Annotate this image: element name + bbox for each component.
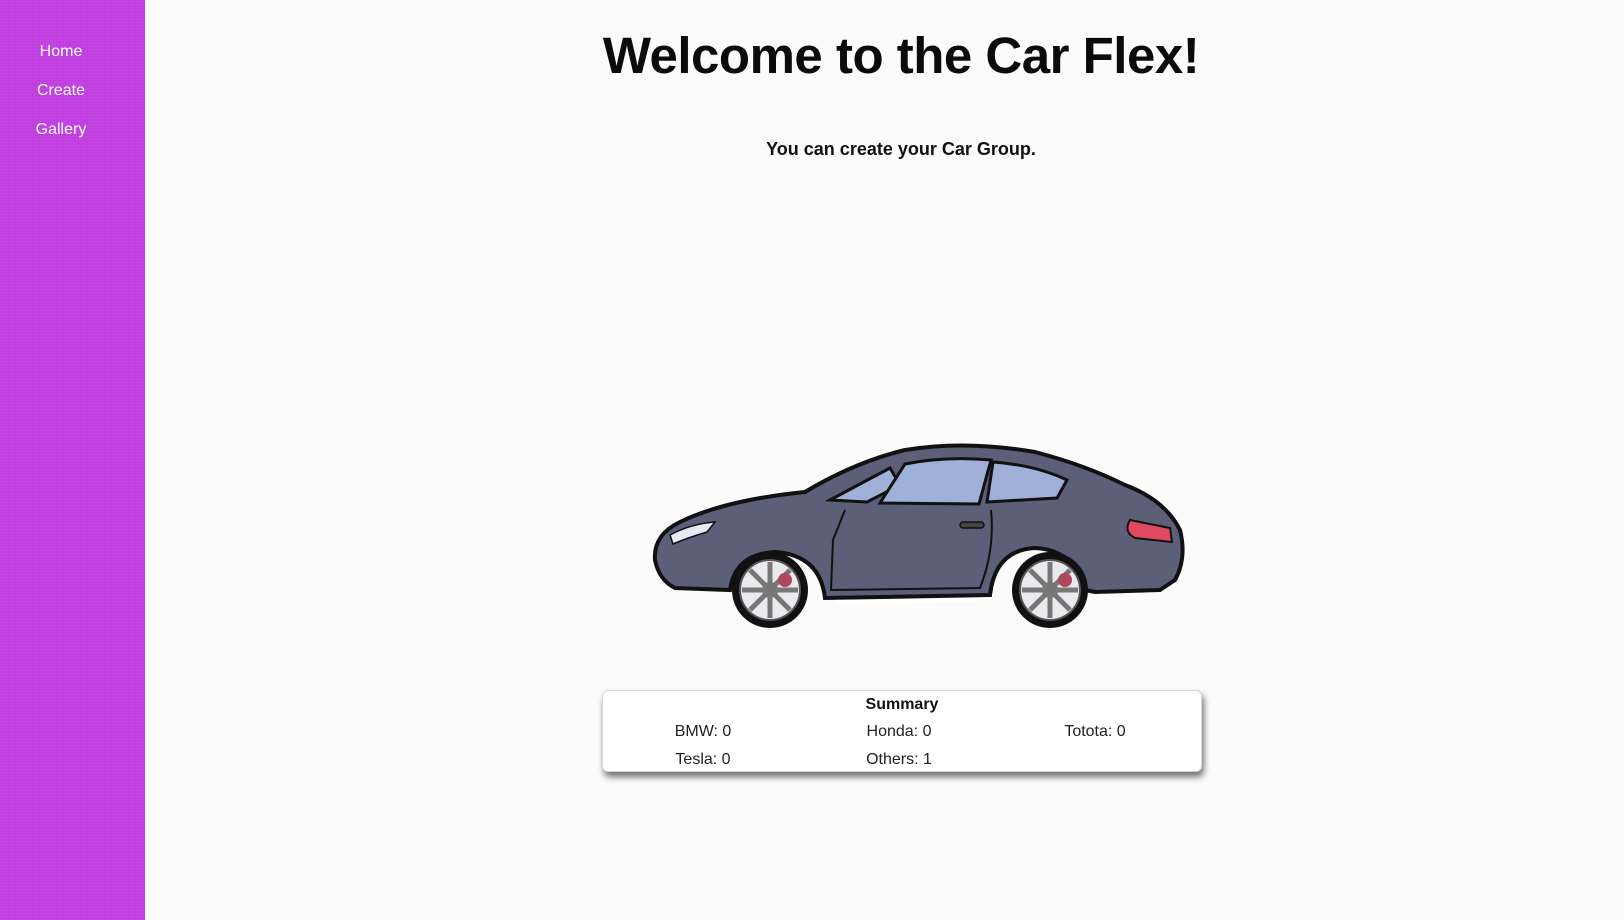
stat-toyota: Totota: 0 xyxy=(1064,723,1126,740)
stat-others: Others: 1 xyxy=(866,751,932,768)
main-content: Welcome to the Car Flex! You can create … xyxy=(145,0,1624,920)
sidebar-nav: Home Create Gallery xyxy=(0,0,145,140)
nav-link-create[interactable]: Create xyxy=(0,81,122,101)
page-title: Welcome to the Car Flex! xyxy=(602,27,1200,84)
stat-tesla: Tesla: 0 xyxy=(675,751,731,768)
nav-link-home[interactable]: Home xyxy=(0,42,122,62)
sports-car-illustration xyxy=(652,443,1185,628)
stat-bmw: BMW: 0 xyxy=(674,723,732,740)
nav-link-gallery[interactable]: Gallery xyxy=(0,120,122,140)
stat-honda: Honda: 0 xyxy=(866,723,932,740)
sidebar: Home Create Gallery xyxy=(0,0,145,920)
page-subtitle: You can create your Car Group. xyxy=(766,139,1036,159)
summary-card: Summary BMW: 0 Honda: 0 Totota: 0 Tesla:… xyxy=(602,690,1202,772)
summary-title: Summary xyxy=(865,696,939,713)
